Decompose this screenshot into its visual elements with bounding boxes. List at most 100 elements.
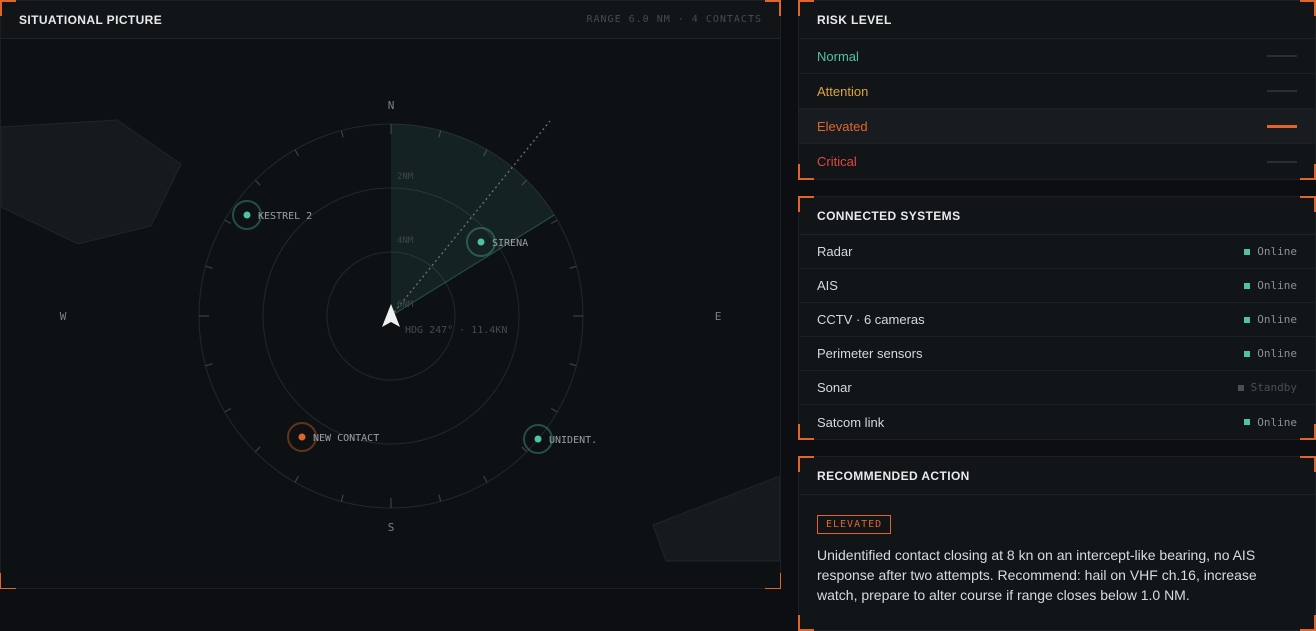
- system-name: Radar: [817, 244, 853, 259]
- system-status-label: Online: [1257, 279, 1297, 292]
- landmass-southeast: [652, 475, 780, 562]
- compass-tick: [205, 265, 213, 269]
- system-status: Standby: [1237, 381, 1297, 394]
- connected-systems-panel: CONNECTED SYSTEMS Radar Online AIS Onlin…: [798, 196, 1316, 440]
- contact-kestrel-2[interactable]: KESTREL 2: [232, 200, 312, 230]
- compass-tick: [438, 494, 442, 502]
- contact-dot: [477, 238, 485, 246]
- risk-level-label: Normal: [817, 48, 859, 64]
- system-status-label: Online: [1257, 415, 1297, 429]
- systems-title: CONNECTED SYSTEMS: [817, 208, 961, 223]
- status-dot-icon: [1244, 350, 1251, 357]
- status-dot-icon: [1244, 316, 1251, 323]
- risk-level-indicator: [1267, 90, 1297, 92]
- compass-tick: [254, 179, 261, 186]
- risk-title: RISK LEVEL: [817, 12, 892, 27]
- system-row-perimeter-sensors[interactable]: Perimeter sensors Online: [799, 337, 1315, 371]
- risk-level-label: Attention: [817, 83, 869, 99]
- ring-label-2nm: 2NM: [397, 172, 414, 182]
- contact-unident[interactable]: UNIDENT.: [523, 424, 597, 454]
- risk-level-indicator-active: [1267, 124, 1297, 128]
- compass-tick: [340, 130, 344, 138]
- system-status: Online: [1244, 416, 1297, 429]
- situational-picture-panel: SITUATIONAL PICTURE RANGE 6.0 NM · 4 CON…: [0, 0, 781, 589]
- situational-meta: RANGE 6.0 NM · 4 CONTACTS: [586, 14, 762, 25]
- ring-label-4nm: 4NM: [397, 236, 414, 246]
- action-header: RECOMMENDED ACTION: [799, 457, 1315, 495]
- system-row-ais[interactable]: AIS Online: [799, 269, 1315, 303]
- recommended-action-panel: RECOMMENDED ACTION ELEVATED Unidentified…: [798, 456, 1316, 631]
- system-name: Satcom link: [817, 414, 885, 430]
- system-status-label: Online: [1257, 347, 1297, 360]
- risk-level-label: Elevated: [817, 118, 868, 134]
- action-description: Unidentified contact closing at 8 kn on …: [817, 547, 1257, 603]
- action-body: ELEVATED Unidentified contact closing at…: [799, 495, 1315, 605]
- radar-sweep-sector: [391, 124, 555, 316]
- heading-readout: HDG 247° · 11.4KN: [405, 325, 507, 336]
- compass-tick: [569, 363, 577, 367]
- system-status: Online: [1244, 313, 1297, 326]
- compass-w-label: W: [60, 310, 67, 323]
- system-row-cctv[interactable]: CCTV · 6 cameras Online: [799, 303, 1315, 337]
- compass-tick: [224, 219, 232, 225]
- systems-header: CONNECTED SYSTEMS: [799, 197, 1315, 235]
- compass-tick: [550, 219, 558, 225]
- contact-new-contact[interactable]: NEW CONTACT: [287, 422, 379, 452]
- compass-n-label: N: [388, 99, 395, 112]
- contact-label: SIRENA: [492, 238, 528, 249]
- contact-label: KESTREL 2: [258, 211, 312, 222]
- contact-dot: [298, 433, 306, 441]
- compass-e-label: E: [715, 310, 722, 323]
- status-dot-icon: [1244, 282, 1251, 289]
- compass-tick: [340, 494, 344, 502]
- radar-svg: N S W E 2NM 4NM 6NM HDG 247° · 11.4KN KE…: [1, 99, 780, 562]
- compass-tick: [569, 265, 577, 269]
- contact-dot: [534, 435, 542, 443]
- system-status-label: Online: [1257, 313, 1297, 326]
- system-row-satcom-link[interactable]: Satcom link Online: [799, 405, 1315, 439]
- compass-tick: [254, 446, 261, 453]
- system-status: Online: [1244, 279, 1297, 292]
- risk-level-label: Critical: [817, 154, 857, 169]
- risk-level-critical[interactable]: Critical: [799, 144, 1315, 179]
- risk-level-list: Normal Attention Elevated Critical: [799, 39, 1315, 179]
- status-dot-icon: [1244, 419, 1251, 425]
- system-row-sonar[interactable]: Sonar Standby: [799, 371, 1315, 405]
- risk-level-attention[interactable]: Attention: [799, 74, 1315, 109]
- systems-list: Radar Online AIS Online CCTV · 6 cameras…: [799, 235, 1315, 439]
- compass-tick: [205, 363, 213, 367]
- system-status: Online: [1244, 245, 1297, 258]
- compass-tick: [294, 149, 300, 157]
- contact-label: NEW CONTACT: [313, 433, 379, 444]
- system-name: AIS: [817, 278, 838, 293]
- radar-map[interactable]: N S W E 2NM 4NM 6NM HDG 247° · 11.4KN KE…: [1, 39, 780, 588]
- system-name: Sonar: [817, 380, 852, 395]
- ring-label-6nm: 6NM: [397, 300, 414, 310]
- status-dot-icon: [1244, 248, 1251, 255]
- landmass-west: [1, 119, 182, 245]
- system-status-label: Online: [1257, 245, 1297, 258]
- risk-badge: ELEVATED: [817, 515, 892, 534]
- system-name: CCTV · 6 cameras: [817, 312, 925, 327]
- compass-tick: [224, 407, 232, 413]
- risk-header: RISK LEVEL: [799, 1, 1315, 39]
- contact-dot: [243, 211, 251, 219]
- situational-title: SITUATIONAL PICTURE: [19, 12, 163, 27]
- system-status-label: Standby: [1250, 381, 1297, 394]
- compass-s-label: S: [388, 521, 395, 534]
- system-status: Online: [1244, 347, 1297, 360]
- risk-level-elevated[interactable]: Elevated: [799, 109, 1315, 144]
- status-dot-icon: [1237, 384, 1244, 391]
- risk-level-indicator: [1267, 160, 1297, 163]
- contact-label: UNIDENT.: [549, 435, 597, 446]
- compass-tick: [482, 475, 488, 483]
- risk-level-panel: RISK LEVEL Normal Attention Elevated Cri…: [798, 0, 1316, 180]
- system-row-radar[interactable]: Radar Online: [799, 235, 1315, 269]
- action-title: RECOMMENDED ACTION: [817, 468, 970, 483]
- situational-header: SITUATIONAL PICTURE RANGE 6.0 NM · 4 CON…: [1, 1, 780, 39]
- compass-tick: [550, 407, 558, 413]
- risk-level-normal[interactable]: Normal: [799, 39, 1315, 74]
- risk-level-indicator: [1267, 55, 1297, 57]
- compass-tick: [294, 475, 300, 483]
- system-name: Perimeter sensors: [817, 346, 923, 361]
